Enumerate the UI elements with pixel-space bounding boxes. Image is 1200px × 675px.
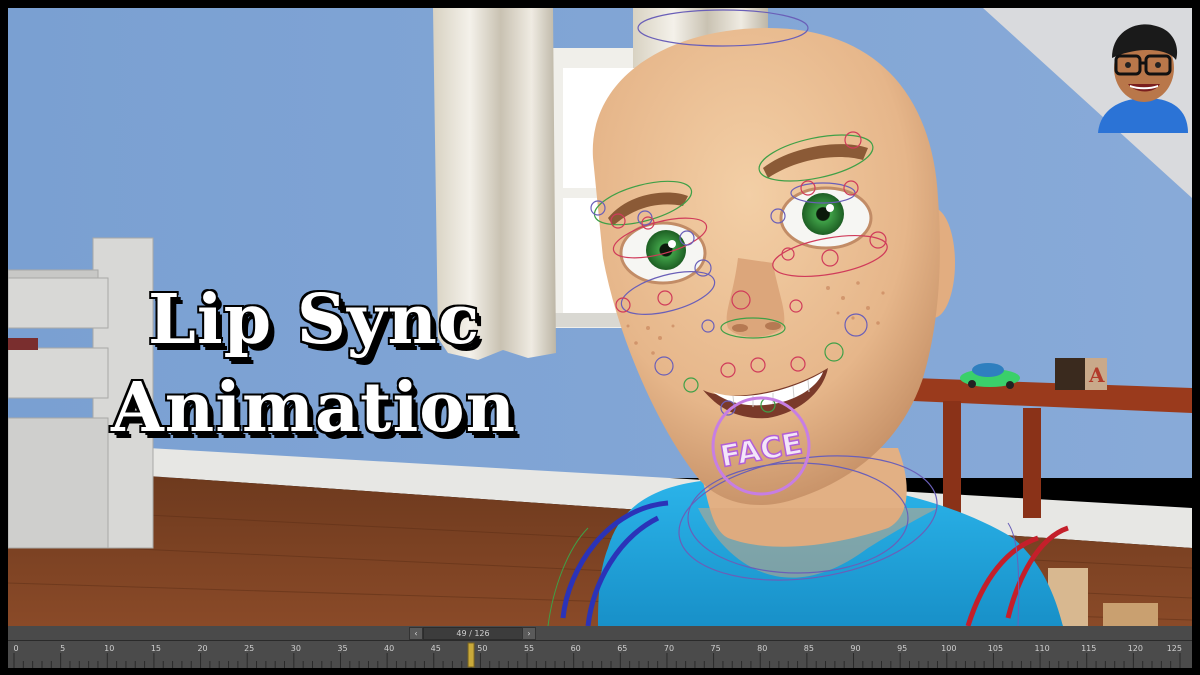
chevron-right-icon[interactable]: › — [522, 627, 536, 640]
title-line-1: Lip Sync — [146, 279, 481, 362]
timeline-tick-label: 80 — [757, 644, 767, 653]
timeline-tick-label: 50 — [477, 644, 487, 653]
toy-block: A — [1055, 358, 1107, 390]
chevron-left-icon[interactable]: ‹ — [409, 627, 423, 640]
timeline-tick-label: 115 — [1081, 644, 1096, 653]
timeline-tick-label: 45 — [431, 644, 441, 653]
timeline-tick-label: 125 — [1167, 644, 1182, 653]
3d-viewport[interactable]: A FACE Lip Sync Animation — [8, 8, 1192, 626]
thumbnail-frame: A FACE Lip Sync Animation ‹ 49 / 126 › 0… — [0, 0, 1200, 675]
timeline-nav-bar: ‹ 49 / 126 › — [8, 626, 1192, 641]
timeline-tick-label: 15 — [151, 644, 161, 653]
timeline-tick-label: 85 — [804, 644, 814, 653]
timeline[interactable]: ‹ 49 / 126 › 0 5 10 15 20 25 30 35 40 45 50 55 60 65 7… — [8, 626, 1192, 668]
timeline-tick-label: 75 — [711, 644, 721, 653]
timeline-tick-label: 5 — [60, 644, 65, 653]
title-line-2: Animation — [109, 367, 517, 450]
timeline-tick-label: 90 — [850, 644, 860, 653]
timeline-scrubber — [467, 642, 475, 668]
timeline-tick-label: 105 — [988, 644, 1003, 653]
timeline-tick-label: 20 — [197, 644, 207, 653]
timeline-track[interactable]: 0 5 10 15 20 25 30 35 40 45 50 55 60 65 70 75 80 85 90 95 10… — [8, 641, 1192, 668]
frame-counter[interactable]: 49 / 126 — [423, 627, 523, 640]
timeline-tick-label: 40 — [384, 644, 394, 653]
timeline-ruler: 0 5 10 15 20 25 30 35 40 45 50 55 60 65 70 75 80 85 90 95 10… — [13, 642, 1182, 668]
timeline-tick-label: 65 — [617, 644, 627, 653]
timeline-tick-label: 25 — [244, 644, 254, 653]
floor-block — [1103, 603, 1158, 626]
timeline-tick-label: 60 — [571, 644, 581, 653]
timeline-tick-label: 100 — [941, 644, 956, 653]
timeline-tick-label: 35 — [337, 644, 347, 653]
timeline-tick-label: 95 — [897, 644, 907, 653]
timeline-tick-label: 10 — [104, 644, 114, 653]
timeline-tick-label: 30 — [291, 644, 301, 653]
timeline-tick-label: 0 — [13, 644, 18, 653]
eye-right-iris — [802, 193, 844, 235]
svg-text:A: A — [1088, 363, 1105, 387]
timeline-tick-label: 70 — [664, 644, 674, 653]
timeline-tick-label: 55 — [524, 644, 534, 653]
timeline-tick-label: 120 — [1128, 644, 1143, 653]
timeline-tick-label: 110 — [1034, 644, 1049, 653]
